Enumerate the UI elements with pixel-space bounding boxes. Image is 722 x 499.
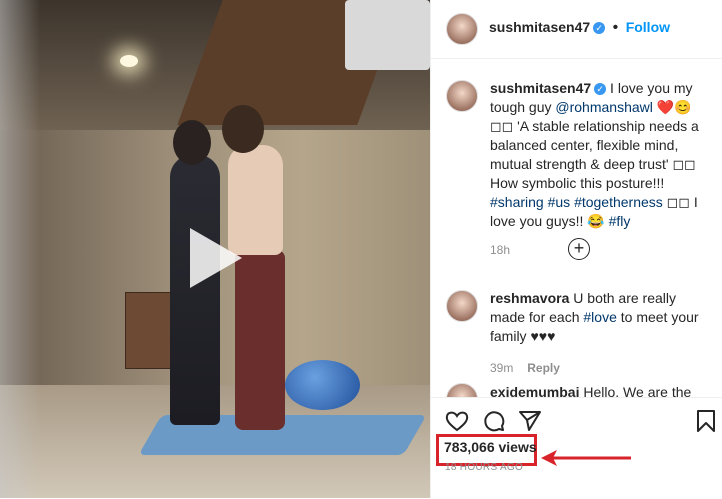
share-icon[interactable] [518, 409, 542, 433]
caption-username[interactable]: sushmitasen47 [490, 80, 591, 96]
video-man-legs [235, 250, 285, 430]
comment-avatar[interactable] [446, 290, 478, 322]
comment-item: exidemumbai Hello, We are the [490, 383, 710, 397]
video-edge-blur [0, 0, 40, 498]
post-header: sushmitasen47 ✓ • Follow [431, 0, 722, 59]
follow-button[interactable]: Follow [626, 19, 670, 35]
verified-icon: ✓ [594, 83, 607, 96]
annotation-arrow-icon [541, 450, 631, 466]
reply-button[interactable]: Reply [527, 361, 560, 375]
header-username[interactable]: sushmitasen47 [489, 19, 590, 35]
verified-icon: ✓ [593, 21, 606, 34]
caption-link[interactable]: #togetherness [574, 194, 663, 210]
video-exercise-ball [285, 360, 360, 410]
avatar[interactable] [446, 13, 478, 45]
post-side-panel: sushmitasen47 ✓ • Follow sushmitasen47 ✓ I… [430, 0, 722, 499]
post-video[interactable] [0, 0, 430, 498]
video-man-head [222, 105, 264, 153]
caption-text: I love you my tough guy @rohmanshawl ❤️😊… [490, 80, 699, 229]
post-caption: sushmitasen47 ✓ I love you my tough guy @… [490, 79, 710, 260]
comment-meta: 39m Reply [490, 358, 710, 378]
caption-time: 18h [490, 243, 511, 257]
comment-link[interactable]: #love [583, 309, 616, 325]
video-woman [170, 155, 220, 425]
comment-item: reshmavora U both are really made for ea… [490, 289, 710, 378]
comment-time: 39m [490, 361, 514, 375]
caption-link[interactable]: #fly [609, 213, 631, 229]
view-count: 783,066 views [444, 439, 537, 455]
caption-link[interactable]: #us [548, 194, 571, 210]
header-separator: • [612, 19, 619, 36]
header-user-line: sushmitasen47 ✓ • Follow [489, 19, 670, 37]
video-air-conditioner [345, 0, 430, 70]
post-time: 18 HOURS AGO [445, 462, 524, 473]
comment-icon[interactable] [482, 409, 506, 433]
caption-link[interactable]: @rohmanshawl [555, 99, 652, 115]
video-lamp [120, 55, 138, 67]
bookmark-icon[interactable] [696, 409, 716, 433]
plus-circle-icon[interactable]: + [568, 238, 590, 260]
video-woman-head [173, 120, 211, 165]
comment-text: Hello, We are the [579, 384, 692, 397]
play-icon[interactable] [190, 228, 242, 288]
comment-username[interactable]: reshmavora [490, 290, 569, 306]
heart-icon[interactable] [445, 410, 469, 432]
caption-avatar[interactable] [446, 80, 478, 112]
video-cabinet [125, 292, 172, 369]
caption-link[interactable]: #sharing [490, 194, 544, 210]
comment-username[interactable]: exidemumbai [490, 384, 579, 397]
